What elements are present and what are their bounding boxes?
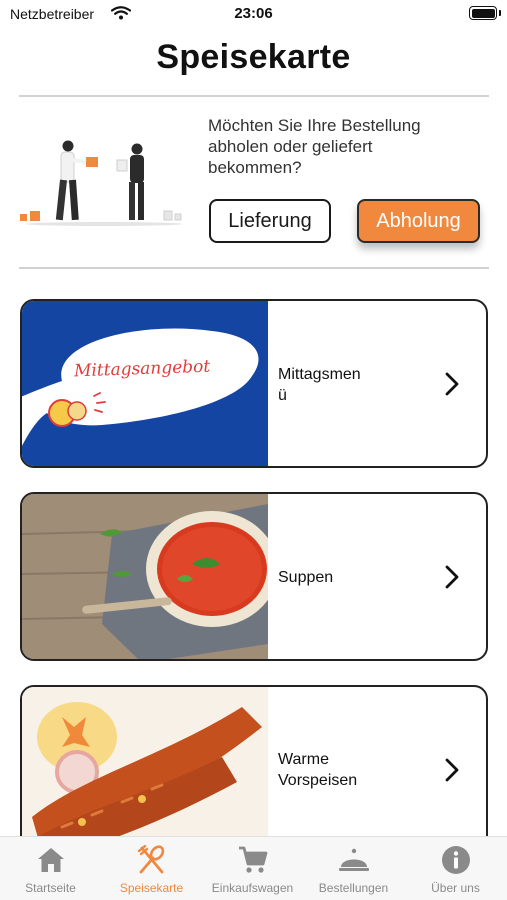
home-icon: [37, 848, 64, 872]
soup-image: [22, 494, 268, 659]
tab-bar: Startseite Speisekarte Einkaufswagen Bes…: [0, 836, 507, 900]
page-title: Speisekarte: [156, 38, 351, 76]
cloche-icon: [338, 848, 369, 871]
status-bar: Netzbetreiber 23:06: [0, 0, 507, 28]
lunch-offer-image: Mittagsangebot: [22, 301, 268, 466]
chevron-right-icon: [445, 372, 459, 396]
menu-category-label: Warme Vorspeisen: [278, 751, 358, 789]
tab-einkaufswagen[interactable]: Einkaufswagen: [202, 845, 303, 895]
tab-ueber-uns[interactable]: Über uns: [405, 845, 506, 895]
divider-top: [19, 95, 489, 97]
chevron-right-icon: [445, 758, 459, 782]
chevron-right-icon: [445, 565, 459, 589]
tab-speisekarte[interactable]: Speisekarte: [101, 845, 202, 895]
delivery-button[interactable]: Lieferung: [209, 199, 331, 243]
menu-category-label: Mittagsmen ü: [278, 366, 361, 404]
info-icon: [441, 846, 470, 874]
menu-category-mittagsmenu[interactable]: Mittagsangebot Mittagsmen ü: [20, 299, 488, 468]
status-time: 23:06: [234, 5, 273, 22]
menu-category-suppen[interactable]: Suppen: [20, 492, 488, 661]
delivery-illustration: [20, 140, 182, 226]
menu-category-label: Suppen: [278, 569, 334, 586]
battery-icon: [469, 6, 497, 20]
cart-icon: [238, 846, 267, 873]
menu-category-warme-vorspeisen[interactable]: Warme Vorspeisen: [20, 685, 488, 860]
divider-bottom: [19, 267, 489, 269]
tab-startseite[interactable]: Startseite: [0, 845, 101, 895]
tab-bestellungen[interactable]: Bestellungen: [303, 845, 404, 895]
warm-starters-image: [22, 687, 268, 858]
delivery-question: Möchten Sie Ihre Bestellung abholen oder…: [208, 116, 421, 177]
fork-spoon-icon: [137, 845, 164, 874]
pickup-button[interactable]: Abholung: [357, 199, 480, 243]
